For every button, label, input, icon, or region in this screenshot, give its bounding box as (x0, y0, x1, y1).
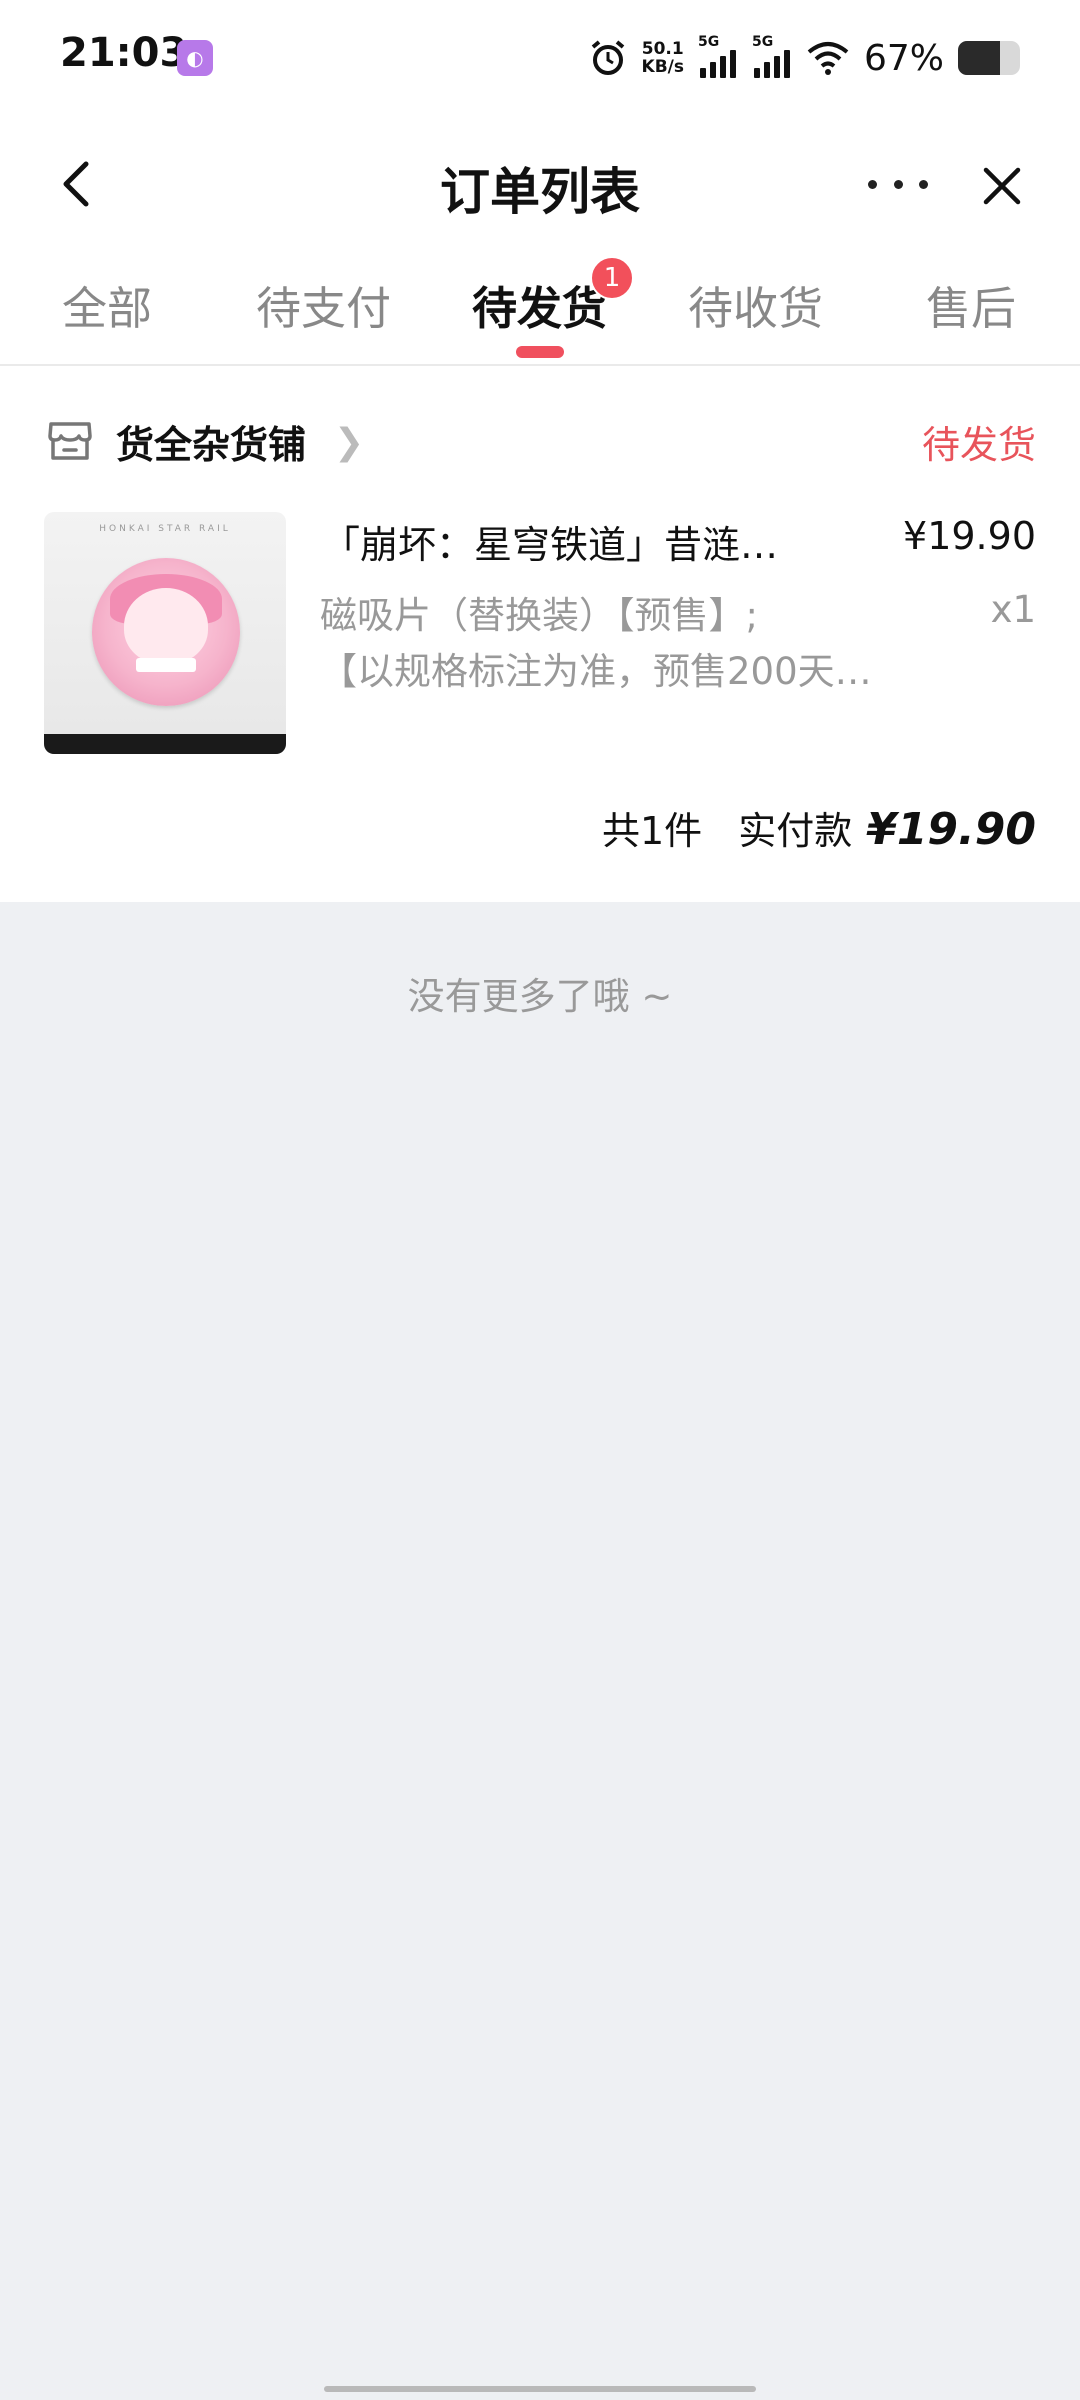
status-bar: 21:03 ◐ 50.1 KB/s 5G 5G 67% (0, 0, 1080, 118)
product-title[interactable]: 「崩坏：星穹铁道」昔涟… (322, 514, 812, 569)
product-thumbnail[interactable]: HONKAI STAR RAIL (44, 512, 286, 754)
more-icon[interactable] (868, 170, 928, 198)
chevron-right-icon[interactable]: ❯ (334, 422, 364, 463)
order-tabs: 全部 待支付 待发货 1 待收货 售后 (0, 248, 1080, 364)
network-speed: 50.1 KB/s (642, 40, 684, 76)
tab-pending-receipt[interactable]: 待收货 (688, 272, 823, 337)
home-indicator[interactable] (324, 2386, 756, 2392)
store-icon (48, 422, 92, 460)
network-speed-unit: KB/s (641, 57, 684, 77)
network-speed-value: 50.1 (641, 39, 684, 59)
product-quantity: x1 (990, 588, 1036, 631)
wifi-icon (807, 42, 849, 75)
status-time: 21:03 (60, 30, 188, 76)
product-price: ¥19.90 (903, 514, 1036, 558)
spec-line: 磁吸片（替换装）【预售】; (320, 594, 758, 637)
tab-pending-shipment[interactable]: 待发货 (472, 272, 607, 337)
app-notification-icon: ◐ (177, 40, 213, 76)
battery-fill (958, 41, 1000, 75)
order-status: 待发货 (921, 423, 1036, 467)
signal-label: 5G (697, 34, 720, 50)
battery-icon (958, 41, 1020, 75)
paid-label: 实付款 (738, 809, 853, 853)
nav-header: 订单列表 (0, 118, 1080, 248)
close-icon[interactable] (978, 162, 1026, 210)
paid-amount: ¥19.90 (866, 804, 1036, 855)
signal-label: 5G (751, 34, 774, 50)
store-name[interactable]: 货全杂货铺 (116, 414, 306, 469)
signal-icon: 5G (698, 34, 738, 78)
tab-after-sales[interactable]: 售后 (926, 272, 1016, 337)
battery-percent: 67% (863, 37, 944, 79)
item-count: 共1件 (602, 809, 703, 853)
tab-pending-payment[interactable]: 待支付 (256, 272, 391, 337)
product-spec: 磁吸片（替换装）【预售】; 【以规格标注为准，预售200天… (320, 588, 920, 700)
order-total: 共1件 实付款 ¥19.90 (602, 800, 1036, 855)
active-tab-indicator (516, 346, 564, 358)
tab-all[interactable]: 全部 (62, 272, 152, 337)
no-more-text: 没有更多了哦 ~ (407, 975, 673, 1018)
spec-line: 【以规格标注为准，预售200天… (320, 650, 872, 693)
status-icons: 50.1 KB/s 5G 5G 67% (588, 30, 1020, 86)
alarm-icon (591, 40, 624, 75)
order-card[interactable]: 货全杂货铺 ❯ 待发货 HONKAI STAR RAIL 「崩坏：星穹铁道」昔涟… (0, 366, 1080, 902)
signal-icon: 5G (752, 34, 792, 78)
tab-badge: 1 (590, 256, 634, 300)
